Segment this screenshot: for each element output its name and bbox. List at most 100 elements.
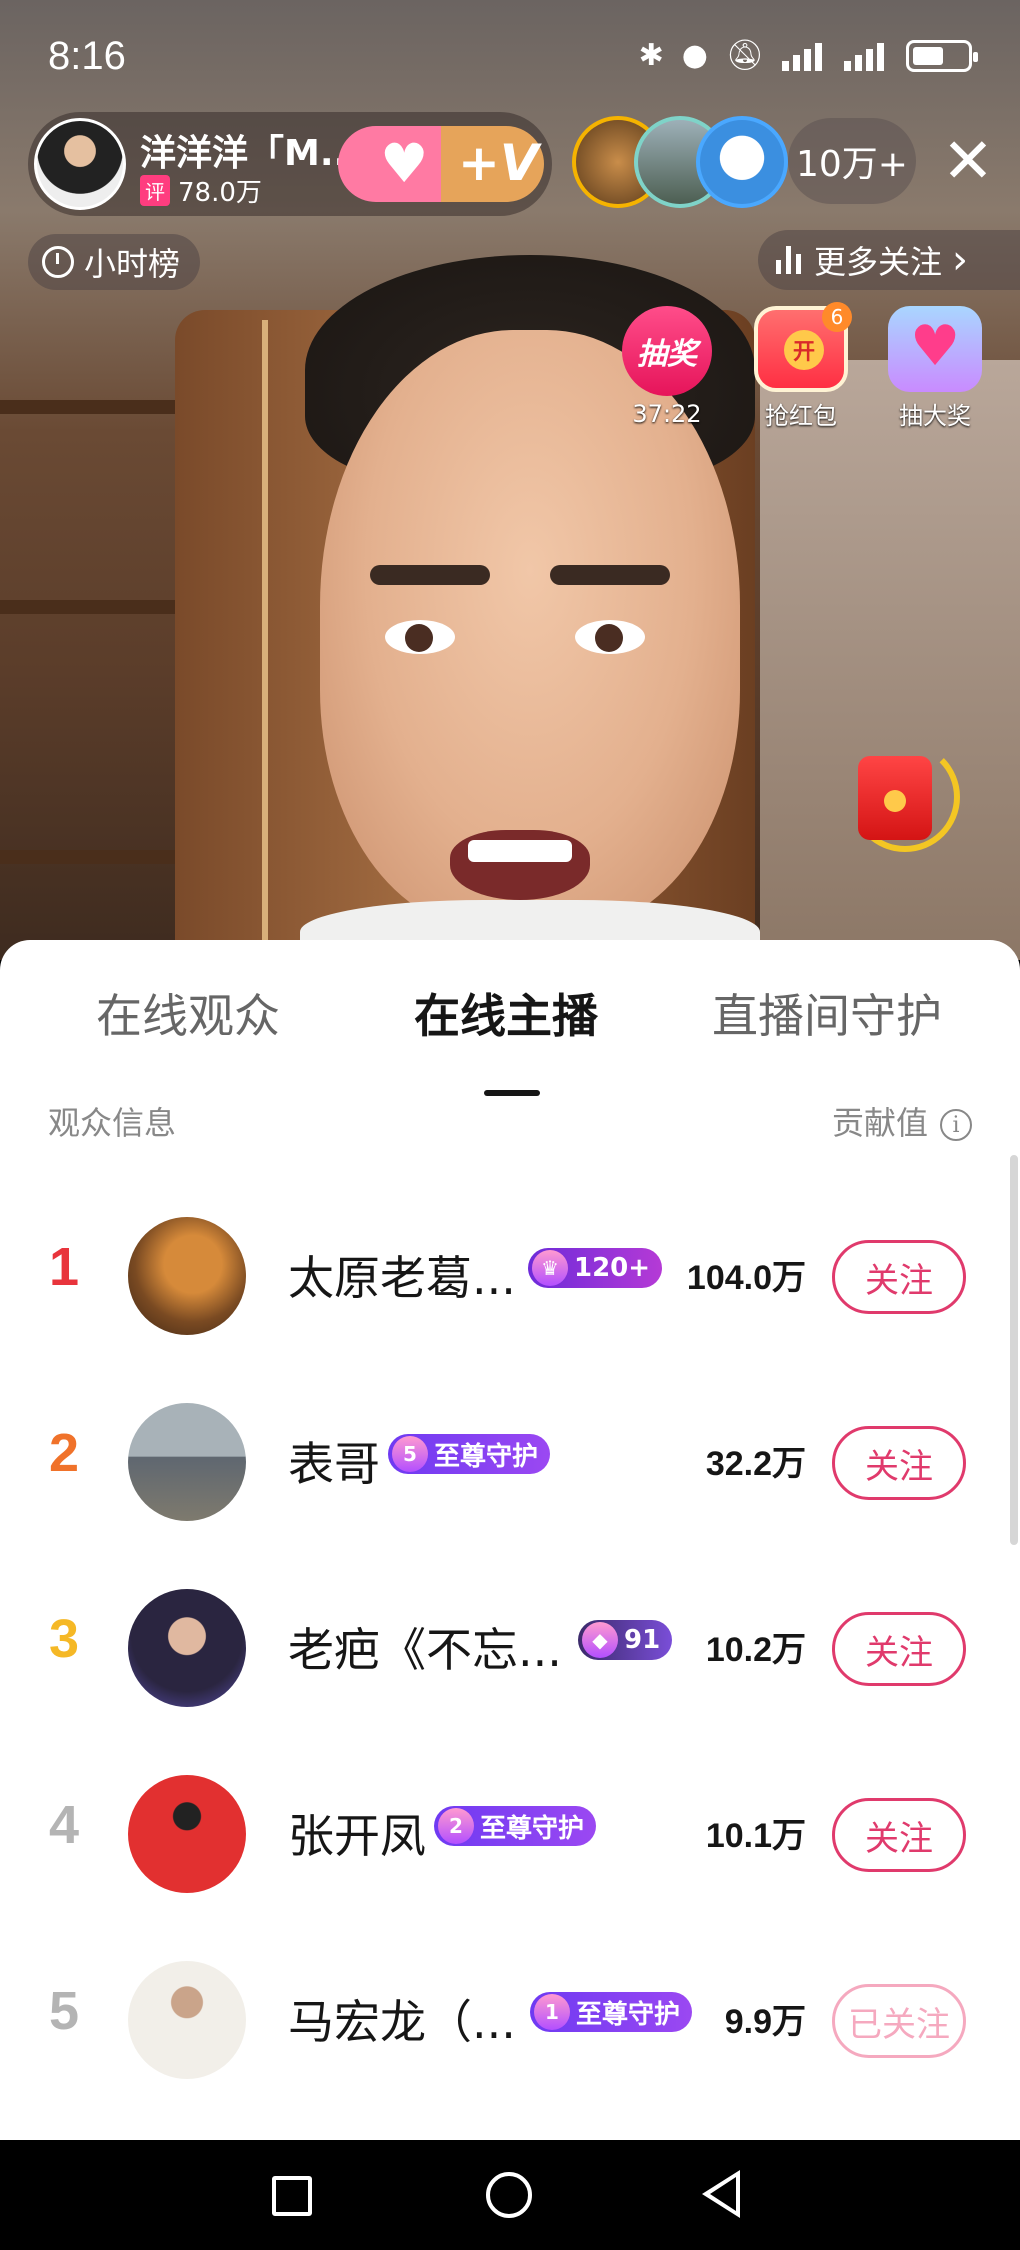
user-name[interactable]: 表哥: [288, 1428, 380, 1494]
redpack-label: 抢红包: [765, 402, 837, 430]
contribution-value: 104.0万: [686, 1259, 806, 1297]
bigprize-widget[interactable]: 抽大奖: [880, 306, 990, 431]
level-badge: ◆ 91: [578, 1620, 673, 1660]
hour-rank-button[interactable]: 小时榜: [28, 234, 201, 290]
location-icon: ●: [681, 38, 708, 73]
system-nav-bar: [0, 2140, 1020, 2250]
follow-button[interactable]: 关注: [832, 1240, 966, 1314]
badge-text: 91: [624, 1625, 661, 1655]
anchor-score: 评 78.0万: [140, 172, 262, 209]
user-avatar[interactable]: [128, 1403, 246, 1521]
badge-text: 至尊守护: [434, 1441, 539, 1472]
badge-text: 120+: [574, 1253, 651, 1283]
lottery-widget[interactable]: 抽奖 37:22: [612, 306, 722, 428]
status-icons: ✱ ● 🔕︎: [638, 38, 978, 73]
recent-apps-icon[interactable]: [272, 2176, 312, 2216]
column-contribution-label: 贡献值: [831, 1104, 928, 1142]
sheet-tabs: 在线观众 在线主播 直播间守护: [0, 980, 1020, 1096]
close-icon[interactable]: ✕: [928, 120, 1008, 200]
list-item[interactable]: 2 表哥 5 至尊守护 32.2万 关注: [0, 1372, 1020, 1558]
anchor-score-value: 78.0万: [178, 178, 262, 208]
contribution-value: 9.9万: [724, 2003, 806, 2041]
anchor-name[interactable]: 洋洋洋「M...: [140, 124, 361, 176]
list-item[interactable]: 3 老疤《不忘... ◆ 91 10.2万 关注: [0, 1558, 1020, 1744]
user-name[interactable]: 张开凤: [288, 1800, 426, 1866]
gem-icon: 2: [438, 1808, 474, 1844]
brow: [550, 565, 670, 585]
brow: [370, 565, 490, 585]
user-name[interactable]: 老疤《不忘...: [288, 1614, 562, 1680]
lottery-icon: 抽奖: [622, 306, 712, 396]
shelf: [0, 850, 190, 864]
follow-button[interactable]: 关注: [832, 1426, 966, 1500]
user-avatar[interactable]: [128, 1961, 246, 2079]
rank-number: 4: [48, 1795, 80, 1855]
tab-online-audience[interactable]: 在线观众: [96, 980, 280, 1046]
red-envelope-icon: 6: [754, 302, 852, 392]
rank-number: 5: [48, 1981, 80, 2041]
background-wall: [760, 360, 1020, 960]
bar-chart-icon: [776, 246, 804, 274]
redpack-widget[interactable]: 6 抢红包: [746, 302, 856, 431]
viewer-count[interactable]: 10万+: [788, 118, 916, 204]
more-follow-label: 更多关注: [814, 243, 943, 281]
eye: [575, 620, 645, 654]
user-avatar[interactable]: [128, 1775, 246, 1893]
follow-anchor-button[interactable]: ♥ +V: [338, 126, 544, 202]
info-icon[interactable]: i: [940, 1109, 972, 1141]
level-badge: 2 至尊守护: [434, 1806, 597, 1846]
shelf: [0, 600, 180, 614]
contribution-value: 10.2万: [705, 1631, 806, 1669]
lottery-countdown: 37:22: [632, 400, 702, 428]
signal-icon: [844, 41, 888, 71]
list-item[interactable]: 5 马宏龙（... 1 至尊守护 9.9万 已关注: [0, 1930, 1020, 2116]
bigprize-label: 抽大奖: [899, 402, 971, 430]
active-tab-indicator: [484, 1090, 540, 1096]
anchor-info[interactable]: 洋洋洋「M... 评 78.0万 ♥ +V: [28, 112, 552, 216]
user-name[interactable]: 太原老葛...: [288, 1242, 516, 1308]
gem-icon: 1: [534, 1994, 570, 2030]
viewer-avatar[interactable]: [696, 116, 788, 208]
home-icon[interactable]: [486, 2172, 532, 2218]
gem-icon: 5: [392, 1436, 428, 1472]
shelf: [0, 400, 180, 414]
status-time: 8:16: [48, 34, 126, 78]
redpack-badge: 6: [822, 302, 852, 332]
mute-bell-icon: 🔕︎: [725, 38, 764, 73]
badge-text: 至尊守护: [576, 1999, 681, 2030]
hour-rank-label: 小时榜: [84, 245, 181, 283]
list-item[interactable]: 1 太原老葛... ♛ 120+ 104.0万 关注: [0, 1186, 1020, 1372]
clock-icon: [42, 246, 74, 278]
followed-button[interactable]: 已关注: [832, 1984, 966, 2058]
heart-icon: ♥: [380, 132, 429, 195]
status-bar: 8:16 ✱ ● 🔕︎: [0, 0, 1020, 110]
eye: [385, 620, 455, 654]
signal-icon: [782, 41, 826, 71]
floating-red-envelope-icon[interactable]: [858, 756, 932, 840]
anchor-avatar[interactable]: [34, 118, 126, 210]
column-audience-info: 观众信息: [48, 1104, 177, 1142]
user-avatar[interactable]: [128, 1589, 246, 1707]
tab-room-guardians[interactable]: 直播间守护: [712, 980, 942, 1046]
wall-stripe: [262, 320, 268, 960]
user-avatar[interactable]: [128, 1217, 246, 1335]
score-tag: 评: [140, 175, 170, 206]
gem-icon: ◆: [582, 1622, 618, 1658]
mouth: [450, 830, 590, 900]
bluetooth-icon: ✱: [638, 38, 664, 73]
battery-icon: [906, 39, 978, 72]
more-follow-button[interactable]: 更多关注 ›: [758, 230, 1020, 290]
gem-icon: ♛: [532, 1250, 568, 1286]
top-viewers[interactable]: [572, 112, 792, 212]
follow-button[interactable]: 关注: [832, 1798, 966, 1872]
user-name[interactable]: 马宏龙（...: [288, 1986, 516, 2052]
prize-heart-icon: [888, 306, 982, 392]
rank-number: 3: [48, 1609, 80, 1669]
level-badge: ♛ 120+: [528, 1248, 663, 1288]
contribution-value: 32.2万: [705, 1445, 806, 1483]
back-icon[interactable]: [702, 2170, 740, 2218]
follow-button[interactable]: 关注: [832, 1612, 966, 1686]
chevron-right-icon: ›: [952, 237, 969, 283]
tab-online-anchors[interactable]: 在线主播: [414, 980, 598, 1046]
list-item[interactable]: 4 张开凤 2 至尊守护 10.1万 关注: [0, 1744, 1020, 1930]
